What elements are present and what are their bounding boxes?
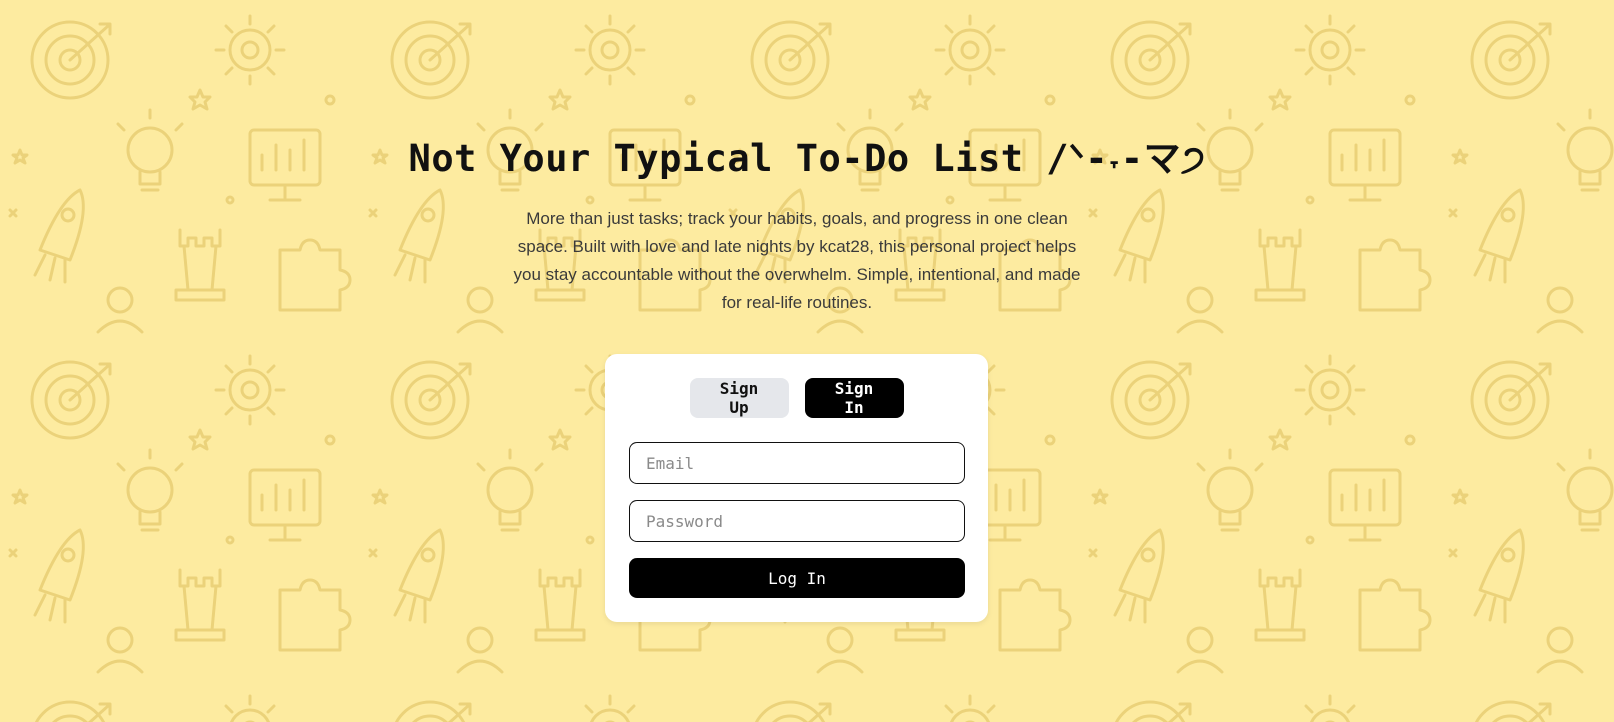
page-title: Not Your Typical To-Do List /ᐠ-˕-マ੭ — [408, 137, 1206, 180]
tab-sign-up[interactable]: Sign Up — [689, 378, 789, 418]
auth-tabs: Sign Up Sign In — [605, 378, 988, 418]
log-in-button[interactable]: Log In — [629, 558, 965, 598]
auth-card: Sign Up Sign In Log In — [605, 354, 988, 622]
tab-sign-in[interactable]: Sign In — [804, 378, 904, 418]
tagline-text: More than just tasks; track your habits,… — [513, 209, 1081, 312]
password-field[interactable] — [629, 500, 965, 542]
email-field[interactable] — [629, 442, 965, 484]
